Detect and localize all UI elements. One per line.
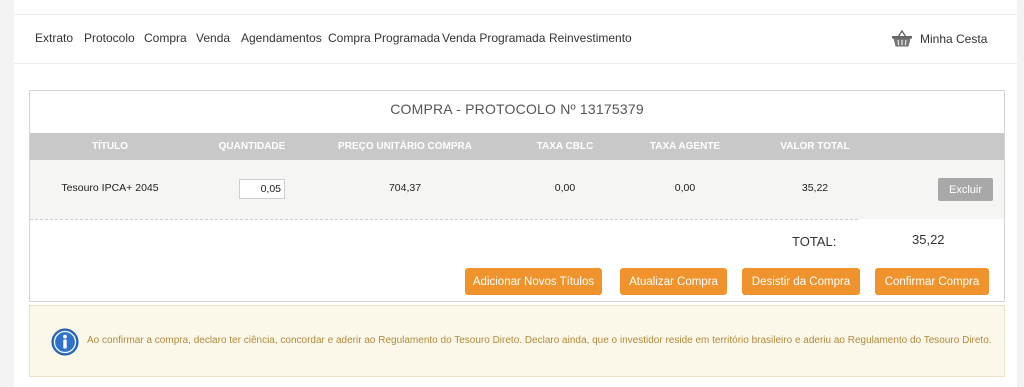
table-header: TÍTULO QUANTIDADE PREÇO UNITÁRIO COMPRA … [30,133,1004,160]
confirm-purchase-button[interactable]: Confirmar Compra [875,268,989,295]
nav-item-agendamentos[interactable]: Agendamentos [241,31,322,45]
column-header-titulo: TÍTULO [91,141,129,152]
cart-link[interactable]: Minha Cesta [891,30,987,48]
column-header-taxa-agente: TAXA AGENTE [649,141,721,152]
notice-box: Ao confirmar a compra, declaro ter ciênc… [29,305,1005,377]
column-header-valor-total: VALOR TOTAL [780,141,850,152]
nav-item-compra[interactable]: Compra [144,31,187,45]
purchase-card: COMPRA - PROTOCOLO Nº 13175379 TÍTULO QU… [29,90,1005,302]
cell-titulo: Tesouro IPCA+ 2045 [61,182,159,194]
page-title: COMPRA - PROTOCOLO Nº 13175379 [390,101,644,117]
notice-text: Ao confirmar a compra, declaro ter ciênc… [87,335,992,346]
nav-item-venda[interactable]: Venda [196,31,230,45]
cell-valor-total: 35,22 [801,182,829,194]
column-header-taxa-cblc: TAXA CBLC [536,141,594,152]
quantity-input[interactable] [239,179,285,199]
nav-item-reinvestimento[interactable]: Reinvestimento [549,31,632,45]
cancel-purchase-button[interactable]: Desistir da Compra [742,268,860,295]
page: Extrato Protocolo Compra Venda Agendamen… [14,0,1017,387]
info-icon [51,328,79,356]
nav-item-venda-programada[interactable]: Venda Programada [442,31,545,45]
total-label: TOTAL: [792,234,837,249]
table-row: Tesouro IPCA+ 2045 704,37 0,00 0,00 35,2… [30,160,1004,219]
column-header-quantidade: QUANTIDADE [218,141,286,152]
nav-item-extrato[interactable]: Extrato [35,31,73,45]
nav-item-protocolo[interactable]: Protocolo [84,31,135,45]
cell-preco-unitario: 704,37 [388,182,422,194]
row-divider [30,219,858,220]
nav-item-compra-programada[interactable]: Compra Programada [328,31,440,45]
column-header-preco-unitario: PREÇO UNITÁRIO COMPRA [338,141,472,152]
delete-button[interactable]: Excluir [938,178,993,201]
total-value: 35,22 [912,232,945,247]
cell-taxa-cblc: 0,00 [554,182,576,194]
update-purchase-button[interactable]: Atualizar Compra [620,268,727,295]
cell-taxa-agente: 0,00 [674,182,696,194]
add-titles-button[interactable]: Adicionar Novos Títulos [465,268,602,295]
top-navigation: Extrato Protocolo Compra Venda Agendamen… [14,14,1017,64]
basket-icon [892,30,912,47]
cart-label: Minha Cesta [920,32,988,46]
